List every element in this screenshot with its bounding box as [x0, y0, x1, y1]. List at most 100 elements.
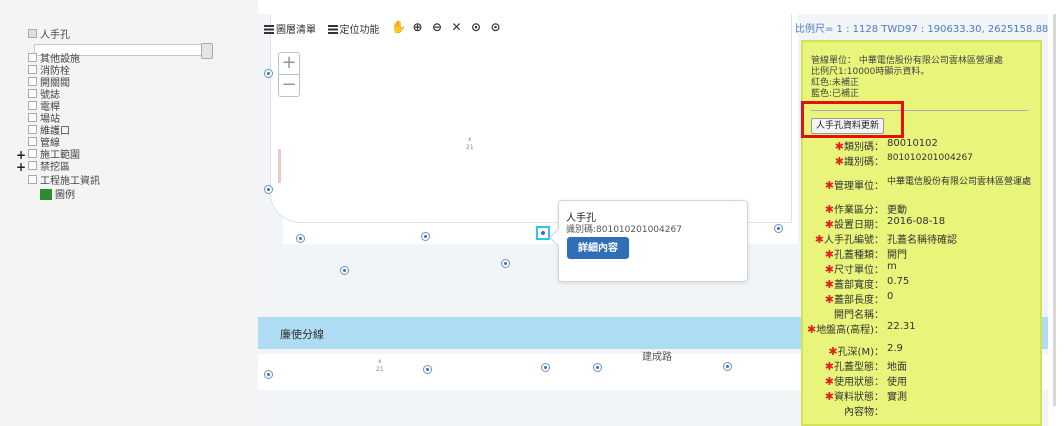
layer-item-label: 維護口: [40, 126, 70, 137]
attribute-label-text: 管理單位：: [834, 181, 884, 192]
manhole-marker[interactable]: [340, 266, 349, 275]
zoom-out-button[interactable]: −: [279, 74, 299, 96]
expand-plus-icon[interactable]: +: [16, 161, 26, 173]
checkbox-icon[interactable]: [28, 149, 37, 158]
required-star-icon: ✱: [824, 360, 834, 373]
layer-item[interactable]: 消防栓: [28, 65, 70, 77]
layer-item[interactable]: 其他設施: [28, 53, 80, 65]
top-bar: [258, 0, 1064, 14]
layer-item-label: 禁挖區: [40, 162, 70, 173]
manhole-marker[interactable]: [774, 224, 783, 233]
checkbox-icon[interactable]: [28, 125, 37, 134]
layer-item[interactable]: 管線: [28, 137, 60, 149]
required-star-icon: ✱: [824, 375, 834, 388]
note-line: 紅色:未補正: [811, 78, 860, 88]
checkbox-checked-icon[interactable]: [28, 29, 37, 38]
attribute-label-text: 孔蓋型態：: [834, 362, 884, 373]
attribute-label-text: 類別碼：: [844, 142, 884, 153]
layer-item-label: 管線: [40, 138, 60, 149]
layer-item[interactable]: 開關閥: [28, 77, 70, 89]
zoom-in-icon[interactable]: ⊕: [411, 20, 425, 34]
required-star-icon: ✱: [824, 263, 834, 276]
popup-id: 識別碼:801010201004267: [566, 225, 682, 235]
panel-note: 管線單位： 中華電信股份有限公司雲林區營運處 比例尺1:10000時顯示資料。 …: [811, 56, 1003, 100]
checkbox-icon[interactable]: [28, 89, 37, 98]
manhole-marker[interactable]: [541, 363, 550, 372]
layer-item-label: 消防栓: [40, 66, 70, 77]
attribute-value: 0: [887, 291, 894, 302]
scale-coordinate-readout: 比例尺= 1 : 1128 TWD97 : 190633.30, 2625158…: [795, 24, 1049, 35]
checkbox-icon[interactable]: [28, 101, 37, 110]
layer-manhole[interactable]: 人手孔: [28, 29, 70, 41]
required-star-icon: ✱: [824, 218, 834, 231]
checkbox-icon[interactable]: [28, 53, 37, 62]
checkbox-icon[interactable]: [28, 77, 37, 86]
next-view-icon[interactable]: ⊙: [489, 20, 503, 34]
manhole-marker[interactable]: [421, 232, 430, 241]
selected-manhole-marker[interactable]: [536, 226, 550, 240]
manhole-marker[interactable]: [264, 69, 273, 78]
map-x-mark: x 21: [466, 136, 474, 151]
layer-item[interactable]: 維護口: [28, 125, 70, 137]
layer-item[interactable]: 工程施工資訊: [28, 175, 100, 187]
manhole-marker[interactable]: [264, 185, 273, 194]
note-line: 藍色:已補正: [811, 89, 860, 99]
zoom-out-icon[interactable]: ⊖: [430, 20, 444, 34]
attribute-value: 更動: [887, 205, 907, 216]
attribute-value: 中華電信股份有限公司雲林區營運處: [887, 177, 1032, 187]
attribute-label: ✱孔深(M)：: [828, 343, 884, 358]
layer-item[interactable]: 電桿: [28, 101, 60, 113]
required-star-icon: ✱: [814, 233, 824, 246]
layer-item-label: 工程施工資訊: [40, 176, 100, 187]
checkbox-icon[interactable]: [28, 175, 37, 184]
attribute-value: 實測: [887, 392, 907, 403]
manhole-marker[interactable]: [423, 365, 432, 374]
previous-view-icon[interactable]: ⊙: [469, 20, 483, 34]
required-star-icon: ✱: [824, 179, 834, 192]
layer-item-label: 開關閥: [40, 78, 70, 89]
menu-icon: [327, 24, 338, 34]
full-extent-icon[interactable]: ✕: [450, 20, 464, 34]
attribute-label-text: 蓋部長度：: [834, 295, 884, 306]
attribute-value: 使用: [887, 377, 907, 388]
attribute-label: ✱識別碼：: [835, 153, 884, 168]
locate-menu[interactable]: 定位功能: [327, 21, 380, 36]
slider-thumb[interactable]: [201, 43, 213, 59]
checkbox-icon[interactable]: [28, 137, 37, 146]
pan-hand-icon[interactable]: ✋: [391, 20, 406, 34]
attribute-label-text: 尺寸單位：: [834, 265, 884, 276]
detail-button[interactable]: 詳細內容: [567, 237, 629, 259]
layer-item[interactable]: 禁挖區: [28, 161, 70, 173]
menu-icon: [264, 24, 274, 34]
attribute-label-text: 使用狀態：: [834, 377, 884, 388]
attribute-label: ✱孔蓋種類：: [825, 246, 884, 261]
layer-item[interactable]: 施工範圍: [28, 149, 80, 161]
map-toolbar: 圖層清單 定位功能 ✋ ⊕ ⊖ ✕ ⊙ ⊙: [264, 20, 505, 36]
checkbox-icon[interactable]: [28, 113, 37, 122]
layer-item[interactable]: 場站: [28, 113, 60, 125]
attribute-label: ✱作業區分：: [825, 201, 884, 216]
layer-item[interactable]: 號誌: [28, 89, 60, 101]
manhole-marker[interactable]: [296, 234, 305, 243]
manhole-marker[interactable]: [723, 362, 732, 371]
manhole-marker[interactable]: [501, 259, 510, 268]
map-x-mark: x 21: [376, 358, 384, 373]
legend-item[interactable]: 圖例: [40, 189, 75, 201]
layer-list-label: 圖層清單: [276, 24, 316, 36]
layer-list-menu[interactable]: 圖層清單: [264, 21, 316, 36]
scroll-thumb[interactable]: [1053, 6, 1056, 406]
attribute-label: ✱類別碼：: [835, 138, 884, 153]
attribute-label-text: 地盤高(高程)：: [816, 325, 884, 336]
attribute-label: ✱設置日期：: [825, 216, 884, 231]
page-scrollbar[interactable]: [1048, 0, 1064, 426]
checkbox-icon[interactable]: [28, 161, 37, 170]
checkbox-icon[interactable]: [28, 65, 37, 74]
zoom-in-button[interactable]: +: [279, 53, 299, 74]
attribute-label: ✱蓋部寬度：: [825, 276, 884, 291]
required-star-icon: ✱: [824, 293, 834, 306]
manhole-marker[interactable]: [593, 363, 602, 372]
attribute-value: 開門: [887, 250, 907, 261]
required-star-icon: ✱: [824, 278, 834, 291]
attribute-label: ✱管理單位：: [825, 177, 884, 192]
manhole-marker[interactable]: [264, 370, 273, 379]
